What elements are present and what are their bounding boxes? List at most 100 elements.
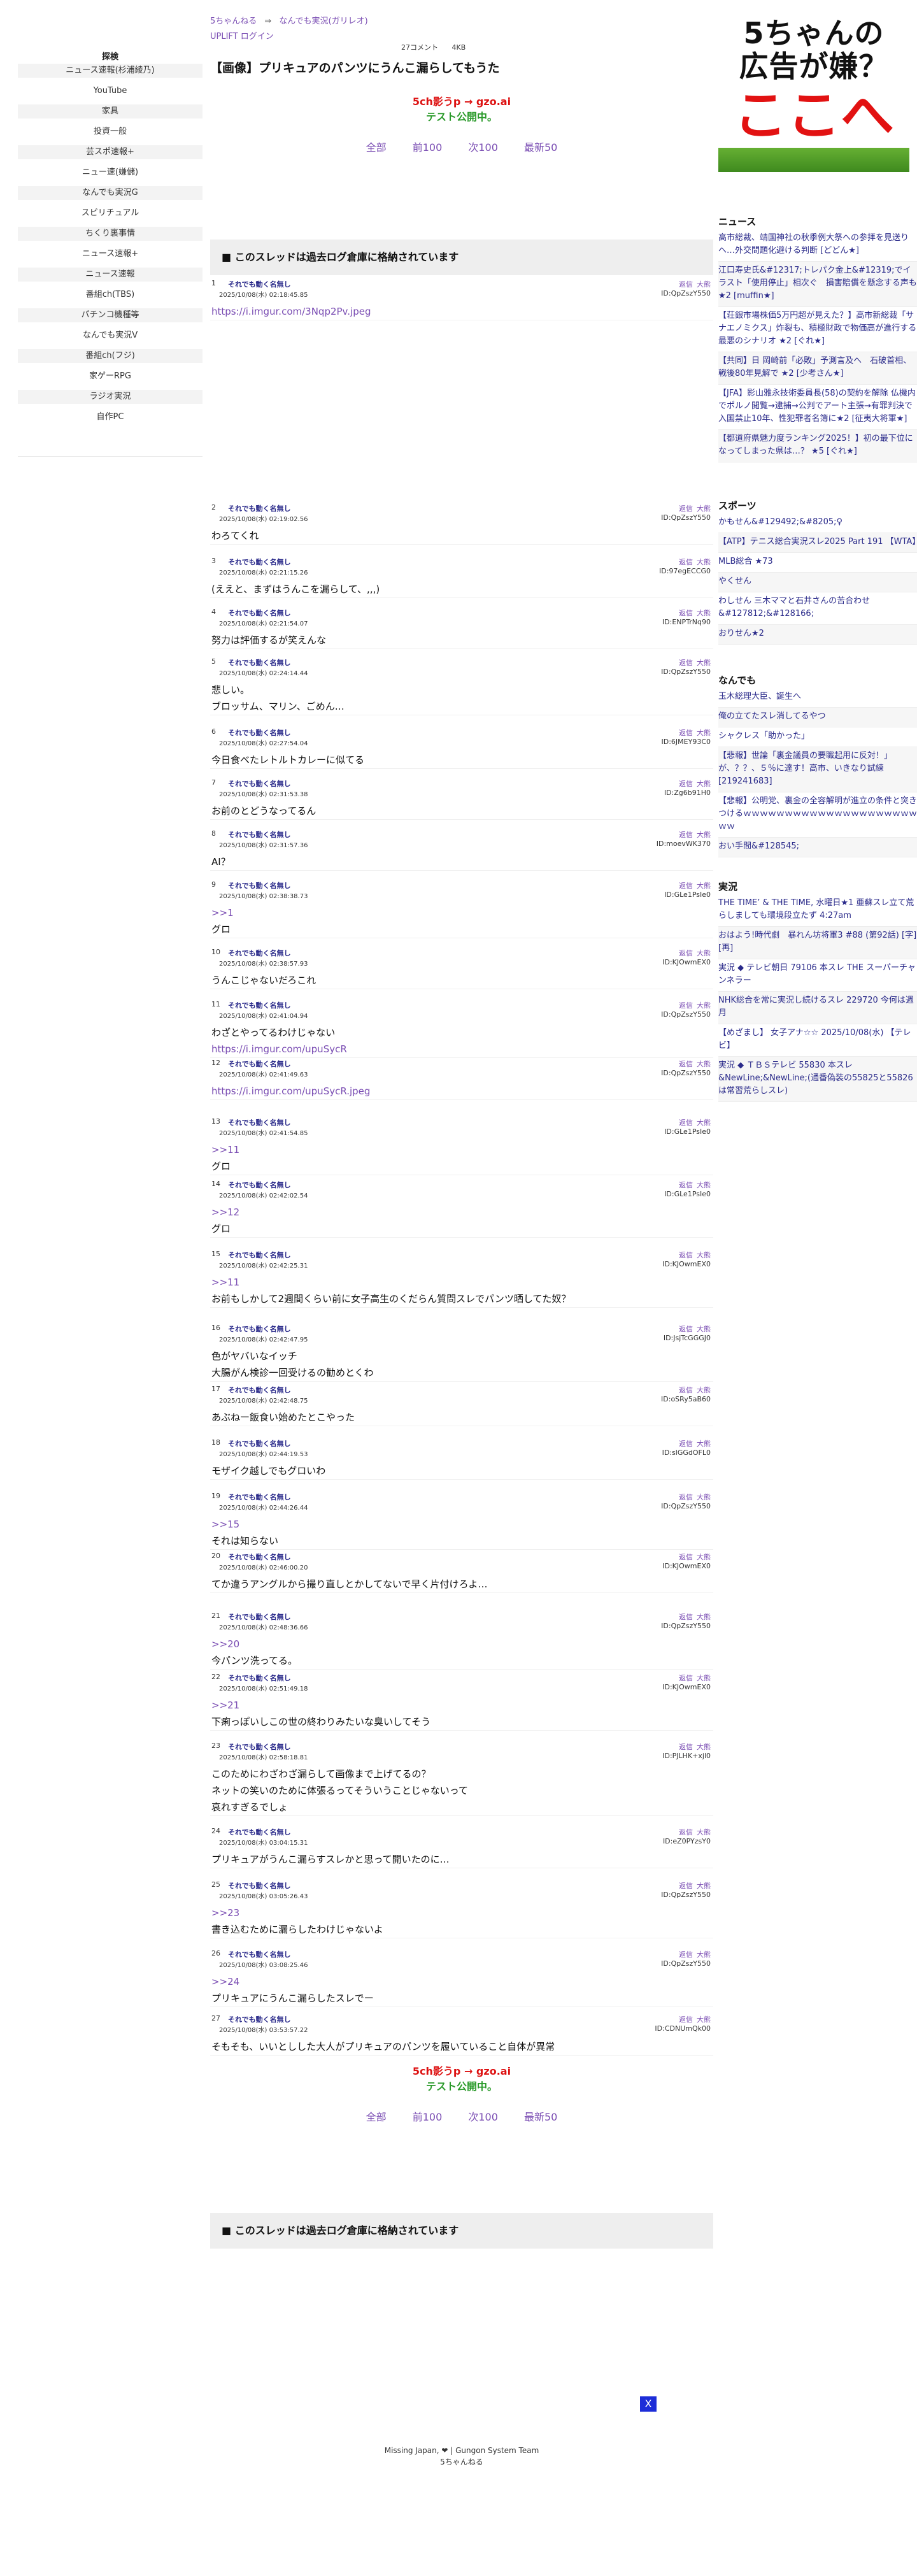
big-button[interactable]: 大熊	[697, 1001, 711, 1010]
post-id[interactable]: ID:GLe1PsIe0	[664, 1127, 711, 1136]
sidebar-item[interactable]: ニュース速報(杉浦綾乃)	[18, 64, 203, 84]
right-section-item[interactable]: かもせん&#129492;&#8205;♀	[718, 513, 917, 533]
post-id[interactable]: ID:moevWK370	[657, 840, 711, 848]
big-button[interactable]: 大熊	[697, 2015, 711, 2024]
post-id[interactable]: ID:97egECCG0	[659, 567, 711, 575]
reply-button[interactable]: 返信	[679, 1743, 693, 1751]
post-number[interactable]: 4	[211, 608, 216, 616]
post-number[interactable]: 17	[211, 1385, 220, 1393]
nav-latest50-bottom[interactable]: 最新50	[524, 2111, 557, 2123]
big-button[interactable]: 大熊	[697, 882, 711, 890]
reply-button[interactable]: 返信	[679, 659, 693, 667]
post-number[interactable]: 8	[211, 829, 216, 838]
post-reply-ref[interactable]: >>23	[211, 1905, 713, 1921]
post-id[interactable]: ID:6JMEY93C0	[662, 738, 711, 746]
post-id[interactable]: ID:Zg6b91H0	[664, 789, 711, 797]
big-button[interactable]: 大熊	[697, 729, 711, 737]
big-button[interactable]: 大熊	[697, 1060, 711, 1068]
reply-button[interactable]: 返信	[679, 504, 693, 513]
post-reply-ref[interactable]: >>11	[211, 1141, 713, 1158]
post-number[interactable]: 24	[211, 1827, 220, 1835]
post-number[interactable]: 19	[211, 1492, 220, 1500]
reply-button[interactable]: 返信	[679, 280, 693, 289]
post-number[interactable]: 25	[211, 1880, 220, 1889]
post-id[interactable]: ID:KJOwmEX0	[662, 958, 711, 966]
post-id[interactable]: ID:QpZszY550	[661, 1891, 711, 1899]
post-id[interactable]: ID:KJOwmEX0	[662, 1260, 711, 1268]
big-button[interactable]: 大熊	[697, 831, 711, 839]
promo-line1[interactable]: 5ch影うp → gzo.ai	[210, 94, 713, 110]
sidebar-item[interactable]: なんでも実況V	[18, 329, 203, 349]
right-section-item[interactable]: わしせん 三木ママと石井さんの苦合わせ&#127812;&#128166;	[718, 592, 917, 625]
nav-next100-bottom[interactable]: 次100	[468, 2111, 498, 2123]
breadcrumb-board[interactable]: なんでも実況(ガリレオ)	[279, 17, 368, 26]
post-number[interactable]: 1	[211, 279, 216, 287]
post-id[interactable]: ID:slGGdOFL0	[662, 1449, 711, 1457]
big-button[interactable]: 大熊	[697, 1613, 711, 1621]
post-reply-ref[interactable]: >>21	[211, 1697, 713, 1714]
post-number[interactable]: 12	[211, 1059, 220, 1067]
right-section-item[interactable]: 高市総裁、靖国神社の秋季例大祭への参拝を見送りへ…外交問題化避ける判断 [どどん…	[718, 229, 917, 262]
breadcrumb-home[interactable]: 5ちゃんねる	[210, 17, 257, 26]
post-id[interactable]: ID:QpZszY550	[661, 1010, 711, 1019]
post-number[interactable]: 16	[211, 1324, 220, 1332]
post-image-link[interactable]: https://i.imgur.com/upuSycR	[211, 1041, 713, 1057]
big-button[interactable]: 大熊	[697, 659, 711, 667]
sidebar-item[interactable]: スピリチュアル	[18, 206, 203, 227]
sidebar-item[interactable]: ちくり裏事情	[18, 227, 203, 247]
post-id[interactable]: ID:oSRy5aB60	[661, 1395, 711, 1403]
post-number[interactable]: 13	[211, 1117, 220, 1126]
post-id[interactable]: ID:PJLHK+xjl0	[662, 1752, 711, 1760]
right-section-item[interactable]: 【悲報】世論「裏金議員の要職起用に反対！」が、？？、５％に達す！高市、いきなり試…	[718, 747, 917, 792]
big-button[interactable]: 大熊	[697, 1325, 711, 1333]
right-section-item[interactable]: 【JFA】影山雅永技術委員長(58)の契約を解除 仏機内でポルノ閲覧→逮捕→公判…	[718, 385, 917, 430]
post-number[interactable]: 23	[211, 1742, 220, 1750]
post-id[interactable]: ID:QpZszY550	[661, 1502, 711, 1510]
post-id[interactable]: ID:QpZszY550	[661, 668, 711, 676]
right-section-item[interactable]: 実況 ◆ テレビ朝日 79106 本スレ THE スーパーチャンネラー	[718, 959, 917, 992]
reply-button[interactable]: 返信	[679, 949, 693, 957]
reply-button[interactable]: 返信	[679, 1325, 693, 1333]
right-section-item[interactable]: おりせん★2	[718, 625, 917, 645]
nav-all[interactable]: 全部	[366, 141, 387, 154]
reply-button[interactable]: 返信	[679, 1060, 693, 1068]
right-section-item[interactable]: 【荘銀市場株価5万円超が見えた？】高市新総裁「サナエノミクス」炸裂も、積極財政で…	[718, 307, 917, 352]
big-button[interactable]: 大熊	[697, 504, 711, 513]
post-number[interactable]: 27	[211, 2014, 220, 2022]
right-section-item[interactable]: 江口寿史氏&#12317;トレパク金上&#12319;でイラスト「使用停止」相次…	[718, 262, 917, 307]
sidebar-item[interactable]: 家具	[18, 104, 203, 125]
big-button[interactable]: 大熊	[697, 1674, 711, 1682]
post-id[interactable]: ID:QpZszY550	[661, 1622, 711, 1630]
post-id[interactable]: ID:CDNUmQk00	[655, 2024, 711, 2033]
post-id[interactable]: ID:KJOwmEX0	[662, 1562, 711, 1570]
big-button[interactable]: 大熊	[697, 1950, 711, 1959]
reply-button[interactable]: 返信	[679, 831, 693, 839]
reply-button[interactable]: 返信	[679, 1386, 693, 1394]
reply-button[interactable]: 返信	[679, 609, 693, 617]
post-number[interactable]: 3	[211, 557, 216, 565]
big-button[interactable]: 大熊	[697, 609, 711, 617]
post-id[interactable]: ID:QpZszY550	[661, 1069, 711, 1077]
promo-line1-bottom[interactable]: 5ch影うp → gzo.ai	[210, 2064, 713, 2079]
big-button[interactable]: 大熊	[697, 558, 711, 566]
right-section-item[interactable]: おはよう!時代劇 暴れん坊将軍3 #88 (第92話) [字][再]	[718, 927, 917, 959]
post-reply-ref[interactable]: >>20	[211, 1636, 713, 1652]
right-section-item[interactable]: 【共同】日 岡崎前「必敗」予測言及へ 石破首相、戦後80年見解で ★2 [少考さ…	[718, 352, 917, 385]
sidebar-item[interactable]: ニュース速報	[18, 268, 203, 288]
sidebar-item[interactable]: 番組ch(TBS)	[18, 288, 203, 308]
reply-button[interactable]: 返信	[679, 729, 693, 737]
reply-button[interactable]: 返信	[679, 1181, 693, 1189]
sidebar-item[interactable]: 自作PC	[18, 410, 203, 431]
big-button[interactable]: 大熊	[697, 1493, 711, 1501]
reply-button[interactable]: 返信	[679, 1493, 693, 1501]
sidebar-item[interactable]: ニュー速(嫌儲)	[18, 166, 203, 186]
right-section-item[interactable]: MLB総合 ★73	[718, 553, 917, 573]
reply-button[interactable]: 返信	[679, 1613, 693, 1621]
right-section-item[interactable]: 【悲報】公明党、裏金の全容解明が進立の条件と突きつけるｗｗｗｗｗｗｗｗｗｗｗｗｗ…	[718, 792, 917, 838]
sidebar-item[interactable]: YouTube	[18, 84, 203, 104]
right-section-item[interactable]: 【都道府県魅力度ランキング2025！】初の最下位になってしまった県は…？ ★5 …	[718, 430, 917, 462]
big-button[interactable]: 大熊	[697, 1119, 711, 1127]
post-number[interactable]: 11	[211, 1000, 220, 1008]
ad-banner[interactable]: 5ちゃんの 広告が嫌？ ここへ	[718, 13, 909, 172]
sidebar-item[interactable]: 番組ch(フジ)	[18, 349, 203, 369]
